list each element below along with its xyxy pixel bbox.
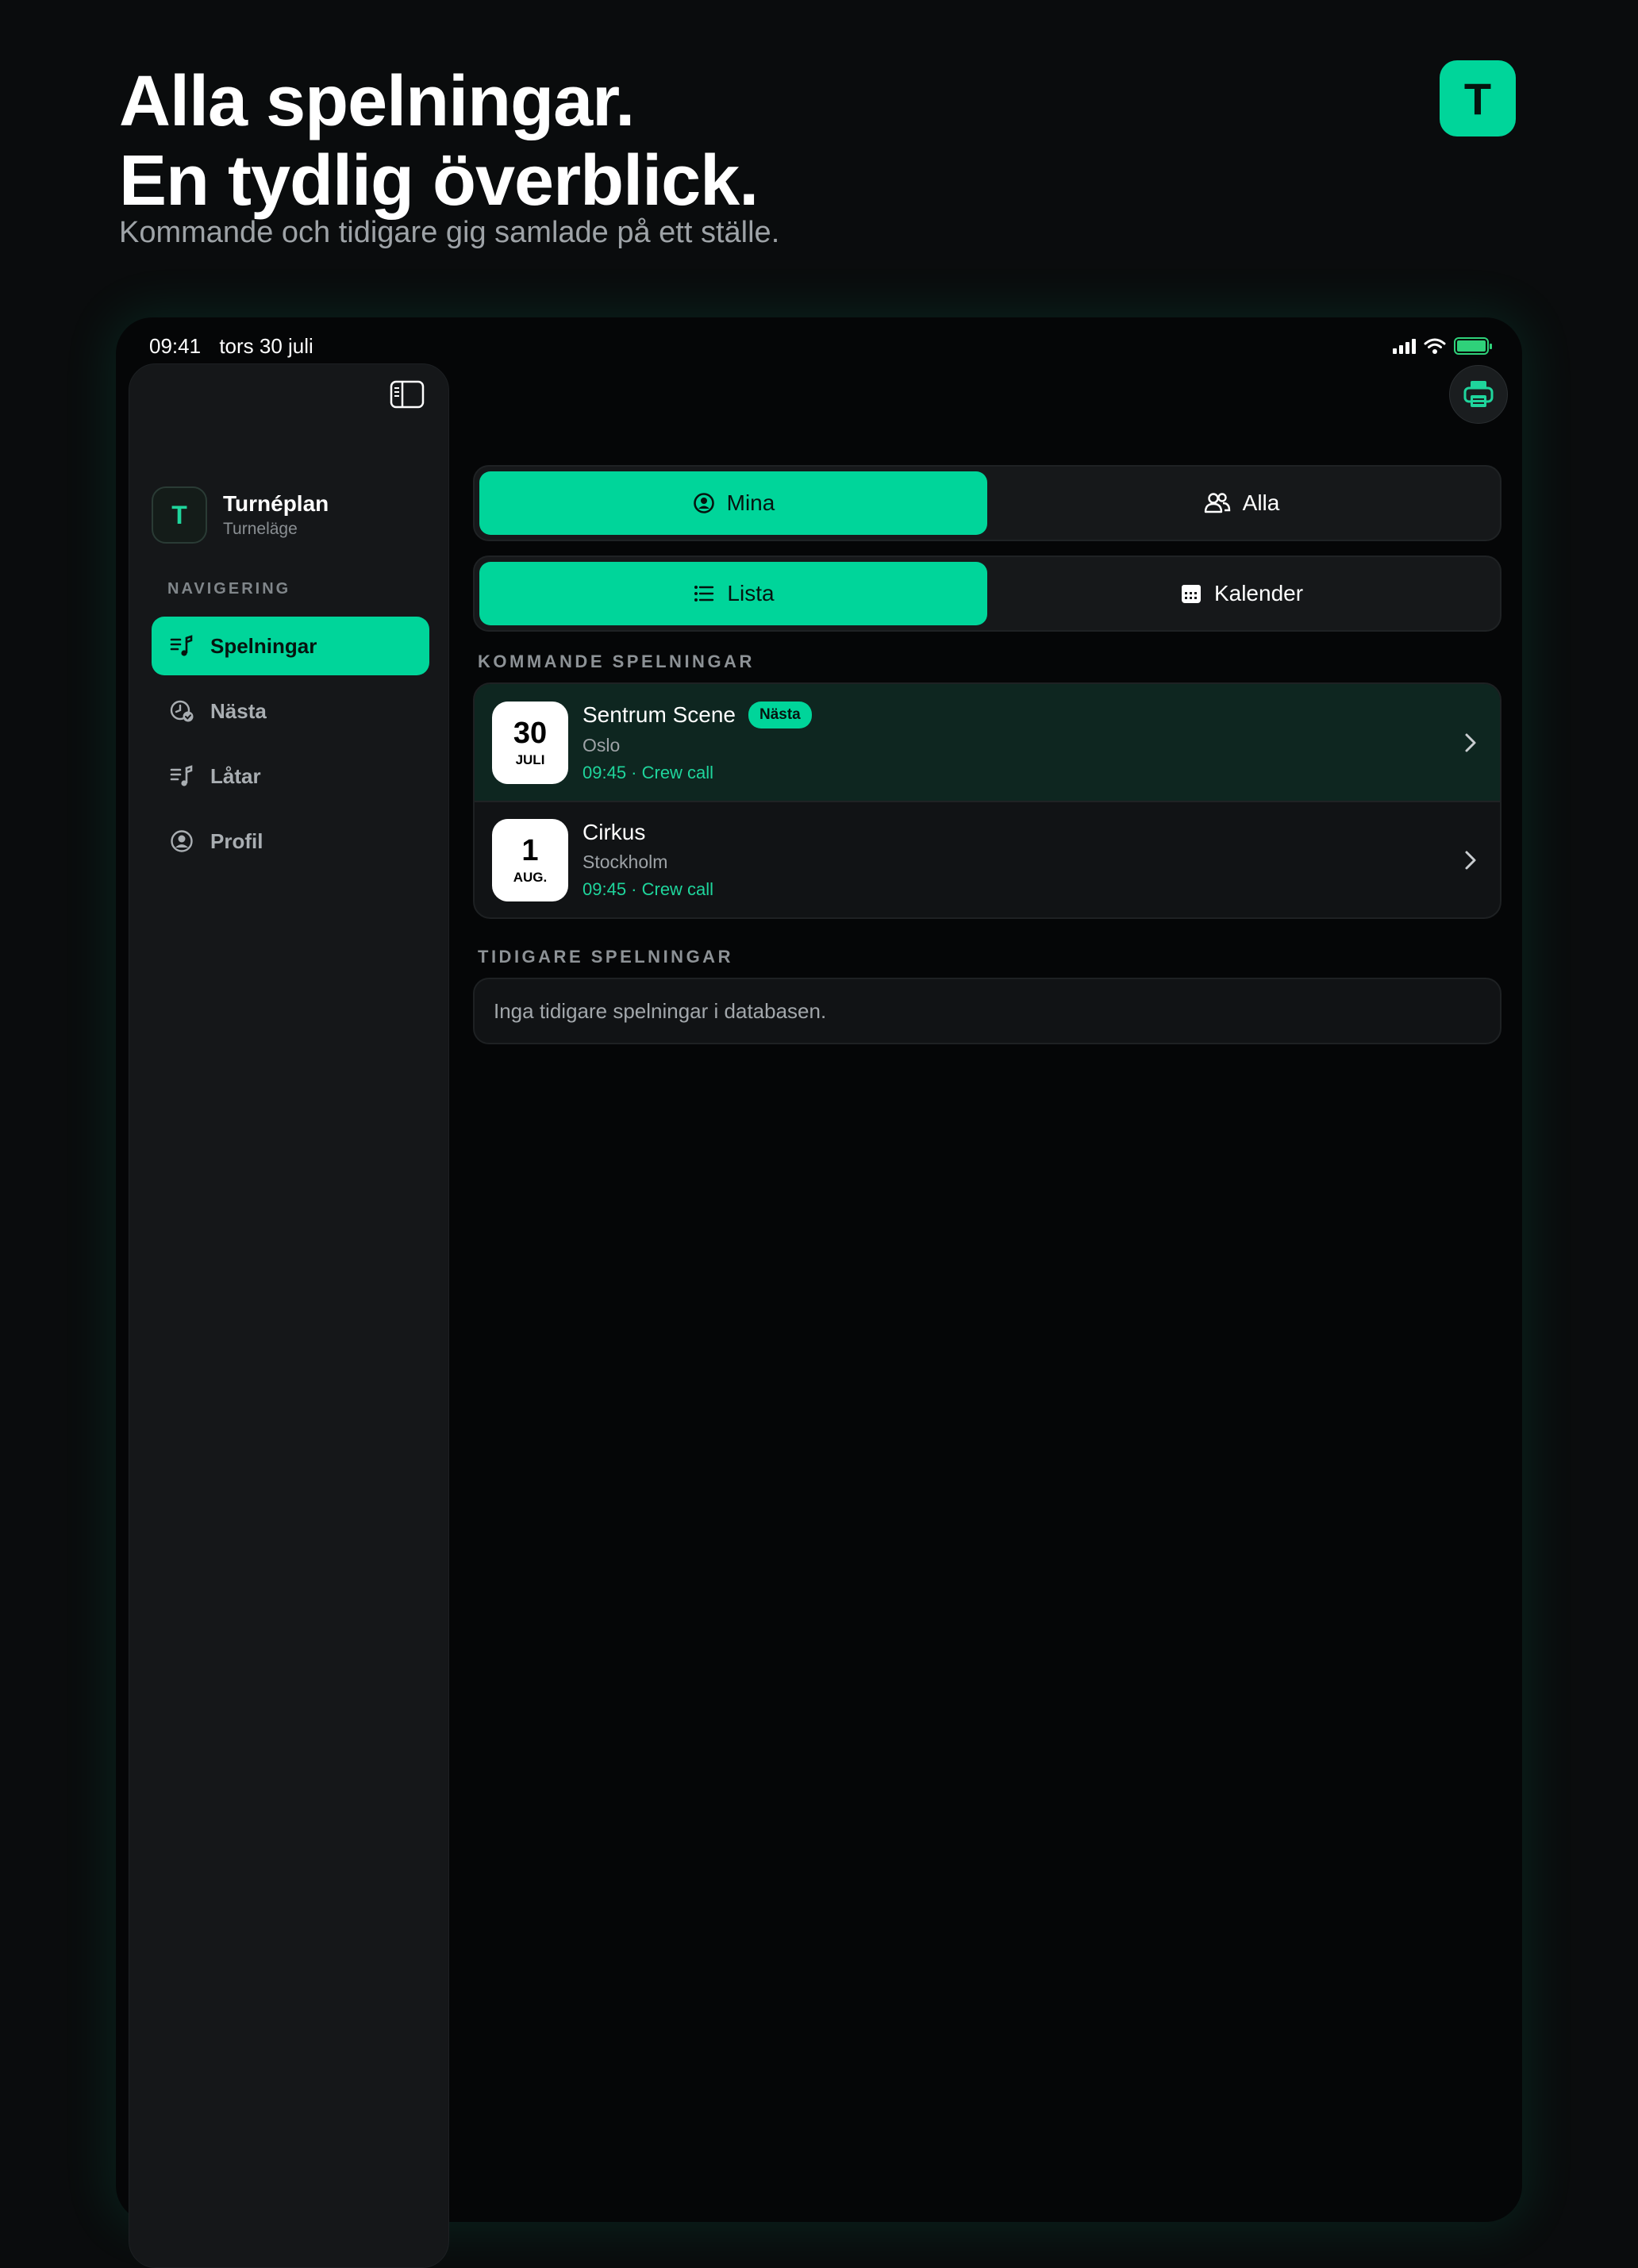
- gig-day: 1: [521, 833, 539, 867]
- date-badge: 30 JULI: [492, 701, 568, 784]
- upcoming-heading: KOMMANDE SPELNINGAR: [478, 652, 755, 671]
- brand-logo: T: [152, 486, 207, 544]
- calendar-icon: [1181, 585, 1201, 603]
- gig-day: 30: [513, 716, 548, 750]
- tablet-screen: 09:41 tors 30 juli T Turnéplan Turneläge…: [116, 317, 1522, 2268]
- sidebar-item-label: Låtar: [210, 763, 261, 788]
- chevron-right-icon: [1465, 733, 1476, 752]
- sidebar-item-latar[interactable]: Låtar: [152, 747, 429, 805]
- gig-city: Stockholm: [583, 851, 668, 872]
- battery-charging-icon: [1454, 337, 1492, 355]
- next-badge: Nästa: [748, 702, 812, 728]
- hero-title: Alla spelningar. En tydlig överblick.: [119, 62, 779, 221]
- print-button[interactable]: [1449, 365, 1508, 424]
- music-list-icon: [170, 635, 193, 656]
- music-list-icon: [170, 765, 193, 786]
- segment-label: Lista: [727, 581, 775, 605]
- segment-label: Alla: [1242, 490, 1280, 515]
- gig-row[interactable]: 30 JULI Sentrum Scene Nästa Oslo 09:45 ·…: [475, 684, 1500, 801]
- gig-city: Oslo: [583, 735, 621, 755]
- empty-state: Inga tidigare spelningar i databasen.: [473, 978, 1502, 1044]
- status-time: 09:41: [149, 333, 202, 358]
- brand-title: Turnéplan: [223, 491, 329, 516]
- hero-subtitle: Kommande och tidigare gig samlade på ett…: [119, 216, 780, 249]
- sidebar-item-label: Spelningar: [210, 633, 317, 658]
- segment-mina[interactable]: Mina: [479, 471, 987, 535]
- sidebar-toggle-icon[interactable]: [390, 380, 425, 409]
- list-icon: [694, 586, 714, 602]
- gig-venue: Cirkus: [583, 820, 646, 844]
- sidebar-item-spelningar[interactable]: Spelningar: [152, 617, 429, 675]
- gig-row[interactable]: 1 AUG. Cirkus Stockholm 09:45 · Crew cal…: [475, 801, 1500, 917]
- sidebar-item-label: Profil: [210, 828, 263, 853]
- nav-heading: NAVIGERING: [167, 580, 291, 598]
- person-circle-icon: [693, 493, 714, 513]
- sidebar-item-nasta[interactable]: Nästa: [152, 682, 429, 740]
- hero: Alla spelningar. En tydlig överblick. Ko…: [119, 62, 779, 250]
- brand-subtitle: Turneläge: [223, 520, 298, 538]
- printer-icon: [1463, 381, 1494, 407]
- hero-title-line-1: Alla spelningar.: [119, 62, 635, 141]
- past-heading: TIDIGARE SPELNINGAR: [478, 947, 733, 967]
- app-logo: T: [1440, 60, 1516, 136]
- segment-lista[interactable]: Lista: [479, 562, 987, 625]
- segment-label: Mina: [726, 490, 775, 515]
- status-date: tors 30 juli: [219, 333, 313, 358]
- hero-title-line-2: En tydlig överblick.: [119, 141, 759, 221]
- segment-label: Kalender: [1213, 581, 1304, 605]
- segment-alla[interactable]: Alla: [987, 471, 1495, 535]
- cellular-signal-icon: [1393, 338, 1416, 354]
- sidebar: T Turnéplan Turneläge NAVIGERING Spelnin…: [129, 363, 449, 2268]
- upcoming-gig-list: 30 JULI Sentrum Scene Nästa Oslo 09:45 ·…: [473, 682, 1502, 919]
- chevron-right-icon: [1465, 851, 1476, 869]
- clock-check-icon: [170, 700, 194, 722]
- wifi-icon: [1424, 338, 1446, 354]
- sidebar-item-label: Nästa: [210, 698, 267, 723]
- status-bar: 09:41 tors 30 juli: [149, 330, 1492, 362]
- gig-venue: Sentrum Scene: [583, 702, 736, 727]
- person-circle-icon: [171, 830, 193, 852]
- segment-kalender[interactable]: Kalender: [987, 562, 1495, 625]
- brand: T Turnéplan Turneläge: [152, 486, 329, 544]
- gig-month: JULI: [515, 752, 545, 767]
- gig-month: AUG.: [513, 869, 548, 885]
- sidebar-nav: Spelningar Nästa Låtar Profil: [152, 617, 429, 877]
- sidebar-item-profil[interactable]: Profil: [152, 812, 429, 871]
- gig-time: 09:45 · Crew call: [583, 879, 714, 899]
- scope-segmented-control: Mina Alla: [473, 465, 1502, 541]
- date-badge: 1 AUG.: [492, 818, 568, 901]
- gig-time: 09:45 · Crew call: [583, 763, 714, 782]
- people-icon: [1204, 493, 1230, 513]
- view-segmented-control: Lista Kalender: [473, 555, 1502, 632]
